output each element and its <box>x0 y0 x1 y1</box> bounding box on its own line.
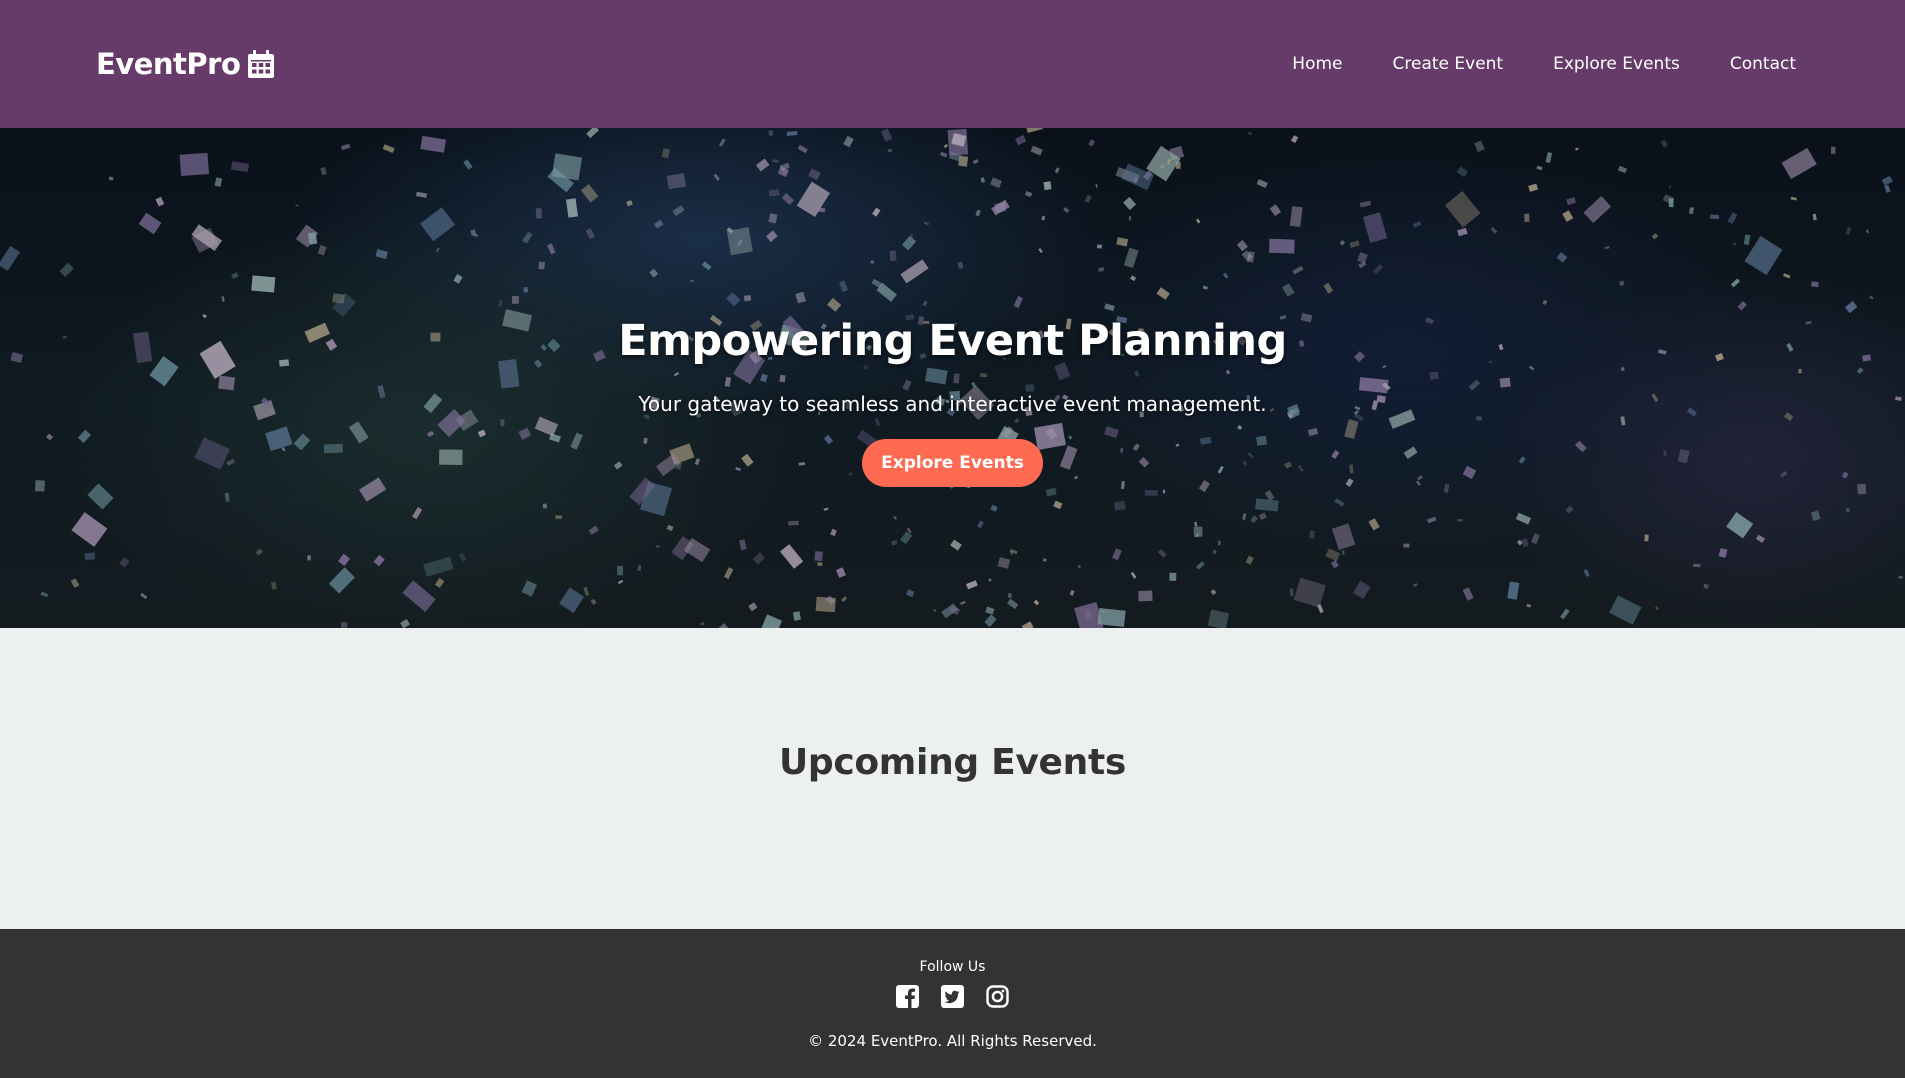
nav-link-contact[interactable]: Contact <box>1730 54 1796 74</box>
upcoming-events-title: Upcoming Events <box>778 742 1127 783</box>
navbar: EventPro Home Create Event Explore Event… <box>0 0 1905 128</box>
follow-us-label: Follow Us <box>919 959 986 975</box>
main-nav: Home Create Event Explore Events Contact <box>1292 54 1796 74</box>
hero-subtitle: Your gateway to seamless and interactive… <box>638 392 1267 416</box>
nav-link-explore-events[interactable]: Explore Events <box>1553 54 1680 74</box>
instagram-icon[interactable] <box>986 985 1009 1008</box>
calendar-icon <box>248 50 275 78</box>
hero-content: Empowering Event Planning Your gateway t… <box>0 128 1905 628</box>
copyright-text: © 2024 EventPro. All Rights Reserved. <box>808 1032 1097 1050</box>
hero-title: Empowering Event Planning <box>618 316 1287 366</box>
brand-logo[interactable]: EventPro <box>96 47 275 81</box>
nav-link-create-event[interactable]: Create Event <box>1393 54 1504 74</box>
social-links <box>896 985 1009 1008</box>
twitter-icon[interactable] <box>941 985 964 1008</box>
brand-name: EventPro <box>96 47 241 81</box>
upcoming-events-section: Upcoming Events <box>0 628 1905 929</box>
facebook-icon[interactable] <box>896 985 919 1008</box>
hero-section: Empowering Event Planning Your gateway t… <box>0 128 1905 628</box>
explore-events-button[interactable]: Explore Events <box>862 439 1043 487</box>
footer: Follow Us © 2024 EventPro. All Rights Re… <box>0 929 1905 1078</box>
nav-link-home[interactable]: Home <box>1292 54 1342 74</box>
